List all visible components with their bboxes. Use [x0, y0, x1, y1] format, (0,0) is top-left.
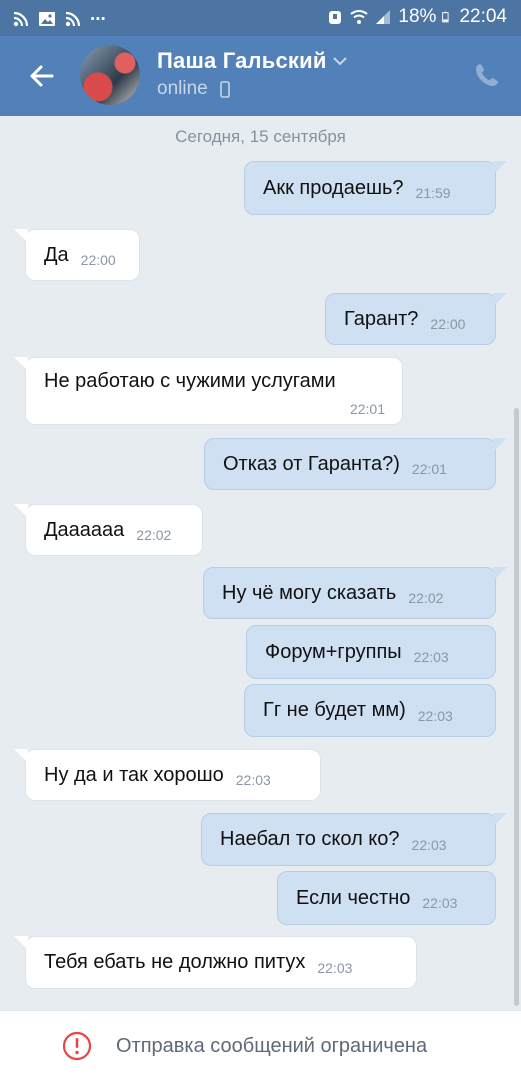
message-text: Наебал то скол ко?: [220, 828, 400, 850]
scrollbar[interactable]: [514, 408, 519, 1006]
message-time: 22:01: [411, 461, 447, 477]
message-time: 22:02: [136, 527, 172, 543]
message-text: Акк продаешь?: [263, 176, 404, 199]
battery-percent: 18%: [398, 6, 437, 27]
message-bubble-incoming[interactable]: Ну да и так хорошо 22:03: [14, 749, 321, 801]
battery-icon: [442, 11, 450, 23]
rss-icon: [13, 11, 29, 27]
message-bubble-outgoing[interactable]: Гарант? 22:00: [325, 293, 507, 345]
message-text: Не работаю с чужими услугами: [44, 370, 336, 392]
wifi-icon: [350, 10, 369, 24]
signal-icon: [376, 10, 391, 24]
clock: 22:04: [459, 6, 507, 27]
message-time: 22:02: [408, 590, 444, 606]
restriction-message: Отправка сообщений ограничена: [116, 1035, 428, 1057]
message-bubble-outgoing[interactable]: Если честно 22:03: [277, 871, 496, 925]
date-separator: Сегодня, 15 сентября: [175, 127, 346, 146]
notification-overflow: ...: [90, 4, 106, 25]
message-bubble-incoming[interactable]: Тебя ебать не должно питух 22:03: [14, 936, 417, 989]
message-text: Даааааа: [44, 518, 125, 541]
contact-status: online: [157, 78, 208, 99]
phone-icon[interactable]: [472, 60, 502, 90]
message-text: Форум+группы: [265, 640, 402, 663]
message-text: Если честно: [296, 886, 411, 909]
message-time: 22:03: [422, 895, 458, 911]
message-time: 21:59: [415, 185, 451, 201]
message-time: 22:03: [417, 707, 453, 724]
message-bubble-outgoing[interactable]: Ну чё могу сказать 22:02: [203, 567, 507, 619]
alarm-icon: [329, 11, 342, 24]
message-bubble-outgoing[interactable]: Гг не будет мм) 22:03: [244, 684, 496, 737]
message-bubble-outgoing[interactable]: Отказ от Гаранта?) 22:01: [204, 438, 507, 490]
message-bubble-incoming[interactable]: Да 22:00: [14, 229, 140, 281]
message-text: Гарант?: [344, 307, 419, 330]
chevron-down-icon[interactable]: [331, 54, 349, 68]
message-bubble-outgoing[interactable]: Акк продаешь? 21:59: [244, 161, 507, 215]
back-arrow-icon[interactable]: [22, 56, 62, 96]
status-bar: ... 18% 22:04: [0, 0, 521, 36]
rss-icon: [65, 11, 81, 27]
message-time: 22:03: [235, 772, 271, 788]
message-time: 22:03: [411, 836, 447, 853]
message-time: 22:01: [349, 401, 385, 417]
message-bubble-incoming[interactable]: Не работаю с чужими услугами 22:01: [14, 357, 403, 425]
message-time: 22:03: [413, 649, 449, 665]
chat-header: Паша Гальский online: [0, 36, 521, 116]
image-icon: [39, 12, 55, 26]
message-text: Отказ от Гаранта?): [223, 452, 400, 475]
message-bubble-outgoing[interactable]: Форум+группы 22:03: [246, 625, 496, 679]
message-time: 22:03: [317, 959, 353, 976]
message-text: Тебя ебать не должно питух: [44, 951, 306, 973]
warning-icon: [62, 1031, 92, 1061]
message-time: 22:00: [80, 252, 116, 268]
message-text: Да: [44, 243, 69, 266]
message-time: 22:00: [430, 316, 466, 332]
contact-name[interactable]: Паша Гальский: [157, 48, 327, 74]
message-text: Гг не будет мм): [263, 699, 406, 721]
messaging-restricted-bar: Отправка сообщений ограничена: [0, 1010, 521, 1081]
message-text: Ну чё могу сказать: [222, 581, 397, 604]
message-text: Ну да и так хорошо: [44, 763, 224, 786]
message-bubble-incoming[interactable]: Даааааа 22:02: [14, 504, 203, 556]
mobile-icon: [220, 81, 230, 98]
message-bubble-outgoing[interactable]: Наебал то скол ко? 22:03: [201, 813, 507, 866]
avatar[interactable]: [80, 45, 140, 105]
